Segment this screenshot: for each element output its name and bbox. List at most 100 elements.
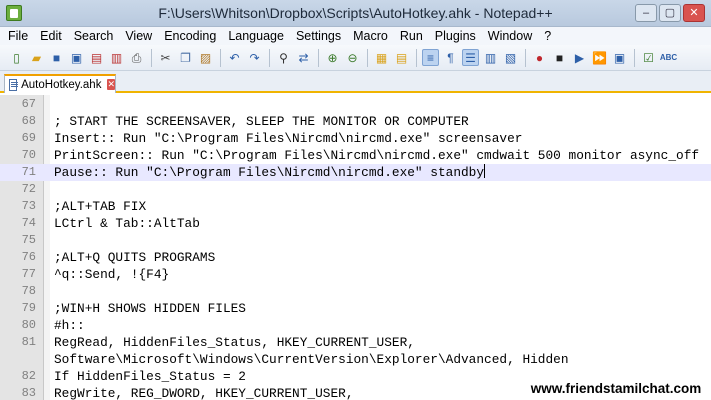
cut-icon[interactable]: ✂ — [157, 49, 174, 66]
code-line[interactable]: 67 — [0, 96, 711, 113]
sync-horizontal-icon[interactable]: ▤ — [393, 49, 410, 66]
menu-search[interactable]: Search — [68, 27, 120, 45]
line-text: Software\Microsoft\Windows\CurrentVersio… — [54, 352, 569, 367]
line-text: ;ALT+Q QUITS PROGRAMS — [54, 250, 216, 265]
line-number: 82 — [21, 369, 36, 383]
window-title: F:\Users\Whitson\Dropbox\Scripts\AutoHot… — [158, 5, 553, 21]
toolbar-separator — [416, 48, 417, 67]
find-icon[interactable]: ⚲ — [275, 49, 292, 66]
minimize-button[interactable]: – — [635, 4, 657, 22]
code-line[interactable]: 77 ^q::Send, !{F4} — [0, 266, 711, 283]
sync-vertical-icon[interactable]: ▦ — [373, 49, 390, 66]
new-file-icon[interactable]: ▯ — [8, 49, 25, 66]
tab-bar: AutoHotkey.ahk ✕ — [0, 71, 711, 93]
menu-settings[interactable]: Settings — [290, 27, 347, 45]
line-number: 76 — [21, 250, 36, 264]
close-button[interactable]: ✕ — [683, 4, 705, 22]
doc-map-icon[interactable]: ▥ — [482, 49, 499, 66]
spell-check-icon[interactable]: ☑ — [640, 49, 657, 66]
code-line[interactable]: 74 LCtrl & Tab::AltTab — [0, 215, 711, 232]
line-number: 73 — [21, 199, 36, 213]
line-number: 83 — [21, 386, 36, 400]
code-line[interactable]: 80 #h:: — [0, 317, 711, 334]
menu-encoding[interactable]: Encoding — [158, 27, 222, 45]
menu-run[interactable]: Run — [394, 27, 429, 45]
line-number: 80 — [21, 318, 36, 332]
line-number: 71 — [21, 165, 36, 179]
tab-close-icon[interactable]: ✕ — [107, 79, 115, 90]
play-macro-icon[interactable]: ▶ — [571, 49, 588, 66]
line-number: 69 — [21, 131, 36, 145]
close-file-icon[interactable]: ▤ — [88, 49, 105, 66]
save-macro-icon[interactable]: ▣ — [611, 49, 628, 66]
document-icon — [9, 78, 19, 91]
menu-view[interactable]: View — [119, 27, 158, 45]
line-number: 74 — [21, 216, 36, 230]
code-editor[interactable]: 67 68 ; START THE SCREENSAVER, SLEEP THE … — [0, 95, 711, 400]
code-line[interactable]: 75 — [0, 232, 711, 249]
menu-edit[interactable]: Edit — [34, 27, 68, 45]
undo-icon[interactable]: ↶ — [226, 49, 243, 66]
line-number: 72 — [21, 182, 36, 196]
line-text: ;ALT+TAB FIX — [54, 199, 147, 214]
menu-plugins[interactable]: Plugins — [429, 27, 482, 45]
line-text: Pause:: Run "C:\Program Files\Nircmd\nir… — [54, 165, 485, 180]
line-number: 79 — [21, 301, 36, 315]
paste-icon[interactable]: ▨ — [197, 49, 214, 66]
line-number: 77 — [21, 267, 36, 281]
title-bar: F:\Users\Whitson\Dropbox\Scripts\AutoHot… — [0, 0, 711, 27]
code-line[interactable]: 81 RegRead, HiddenFiles_Status, HKEY_CURR… — [0, 334, 711, 351]
save-all-icon[interactable]: ▣ — [68, 49, 85, 66]
code-line[interactable]: 76 ;ALT+Q QUITS PROGRAMS — [0, 249, 711, 266]
toolbar-separator — [269, 48, 270, 67]
show-all-chars-icon[interactable]: ¶ — [442, 49, 459, 66]
abc-icon[interactable]: ABC — [660, 49, 677, 66]
line-text: PrintScreen:: Run "C:\Program Files\Nirc… — [54, 148, 700, 163]
line-text: RegWrite, REG_DWORD, HKEY_CURRENT_USER, — [54, 386, 354, 400]
maximize-button[interactable]: ▢ — [659, 4, 681, 22]
line-text: #h:: — [54, 318, 85, 333]
code-line[interactable]: 78 — [0, 283, 711, 300]
code-line[interactable]: 69 Insert:: Run "C:\Program Files\Nircmd\… — [0, 130, 711, 147]
copy-icon[interactable]: ❐ — [177, 49, 194, 66]
line-number: 68 — [21, 114, 36, 128]
stop-macro-icon[interactable]: ■ — [551, 49, 568, 66]
code-line[interactable]: 70 PrintScreen:: Run "C:\Program Files\Ni… — [0, 147, 711, 164]
current-code-line[interactable]: 71 Pause:: Run "C:\Program Files\Nircmd\n… — [0, 164, 711, 181]
open-file-icon[interactable]: ▰ — [28, 49, 45, 66]
indent-guide-icon[interactable]: ☰ — [462, 49, 479, 66]
zoom-out-icon[interactable]: ⊖ — [344, 49, 361, 66]
code-line[interactable]: 72 — [0, 181, 711, 198]
menu-window[interactable]: Window — [482, 27, 538, 45]
replace-icon[interactable]: ⇄ — [295, 49, 312, 66]
line-text: Insert:: Run "C:\Program Files\Nircmd\ni… — [54, 131, 523, 146]
function-list-icon[interactable]: ▧ — [502, 49, 519, 66]
toolbar-separator — [367, 48, 368, 67]
code-line-wrapped[interactable]: Software\Microsoft\Windows\CurrentVersio… — [0, 351, 711, 368]
tab-label: AutoHotkey.ahk — [21, 78, 102, 91]
save-icon[interactable]: ■ — [48, 49, 65, 66]
close-all-icon[interactable]: ▥ — [108, 49, 125, 66]
redo-icon[interactable]: ↷ — [246, 49, 263, 66]
line-number: 78 — [21, 284, 36, 298]
print-icon[interactable]: ⎙ — [128, 49, 145, 66]
maximize-icon: ▢ — [664, 7, 676, 19]
code-line[interactable]: 73 ;ALT+TAB FIX — [0, 198, 711, 215]
menu-language[interactable]: Language — [222, 27, 290, 45]
line-text: ^q::Send, !{F4} — [54, 267, 170, 282]
minimize-icon: – — [642, 7, 650, 19]
line-number: 70 — [21, 148, 36, 162]
menu-bar: File Edit Search View Encoding Language … — [0, 27, 711, 45]
code-line[interactable]: 68 ; START THE SCREENSAVER, SLEEP THE MON… — [0, 113, 711, 130]
play-multiple-icon[interactable]: ⏩ — [591, 49, 608, 66]
tab-autohotkey[interactable]: AutoHotkey.ahk ✕ — [4, 74, 116, 93]
record-macro-icon[interactable]: ● — [531, 49, 548, 66]
zoom-in-icon[interactable]: ⊕ — [324, 49, 341, 66]
code-line[interactable]: 79 ;WIN+H SHOWS HIDDEN FILES — [0, 300, 711, 317]
menu-help[interactable]: ? — [538, 27, 557, 45]
watermark-text: www.friendstamilchat.com — [521, 379, 711, 399]
word-wrap-icon[interactable]: ≡ — [422, 49, 439, 66]
menu-macro[interactable]: Macro — [347, 27, 394, 45]
toolbar-separator — [318, 48, 319, 67]
menu-file[interactable]: File — [0, 27, 34, 45]
